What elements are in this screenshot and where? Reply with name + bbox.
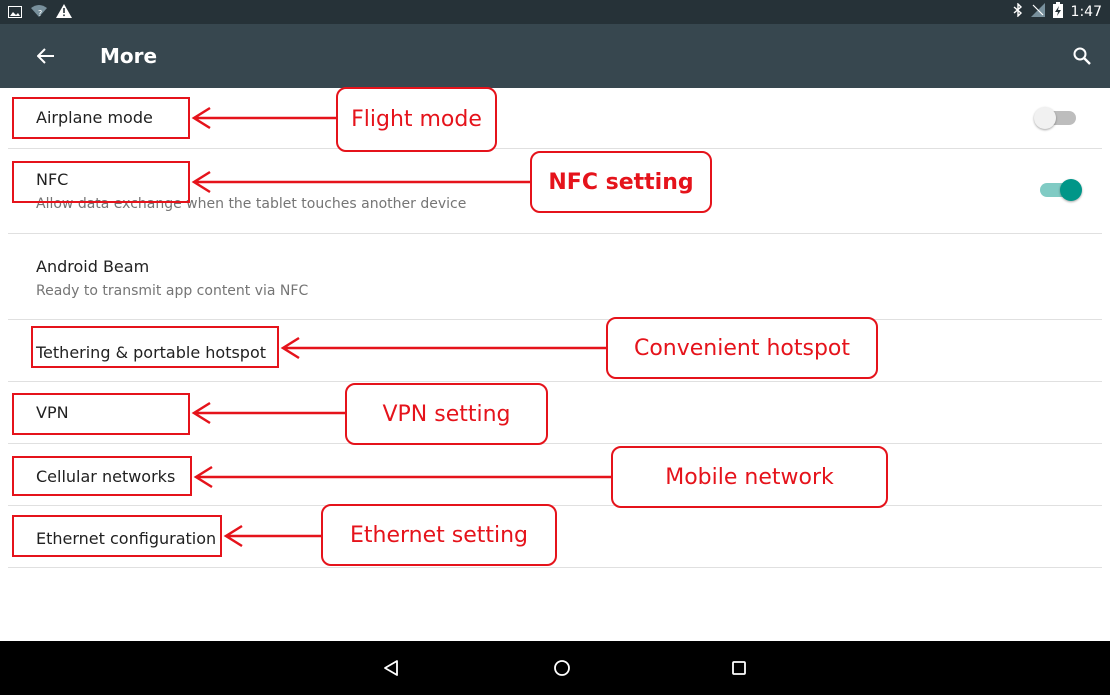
navigation-bar — [0, 641, 1110, 695]
annotation-convenient-hotspot: Convenient hotspot — [606, 317, 878, 379]
annotation-nfc-setting: NFC setting — [530, 151, 712, 213]
annotation-mobile-network: Mobile network — [611, 446, 888, 508]
annotation-vpn-setting: VPN setting — [345, 383, 548, 445]
recents-square-icon[interactable] — [723, 652, 755, 684]
annotation-arrows — [191, 106, 611, 548]
home-circle-icon[interactable] — [546, 652, 578, 684]
annotation-flight-mode: Flight mode — [336, 87, 497, 152]
back-triangle-icon[interactable] — [375, 652, 407, 684]
annotation-ethernet-setting: Ethernet setting — [321, 504, 557, 566]
